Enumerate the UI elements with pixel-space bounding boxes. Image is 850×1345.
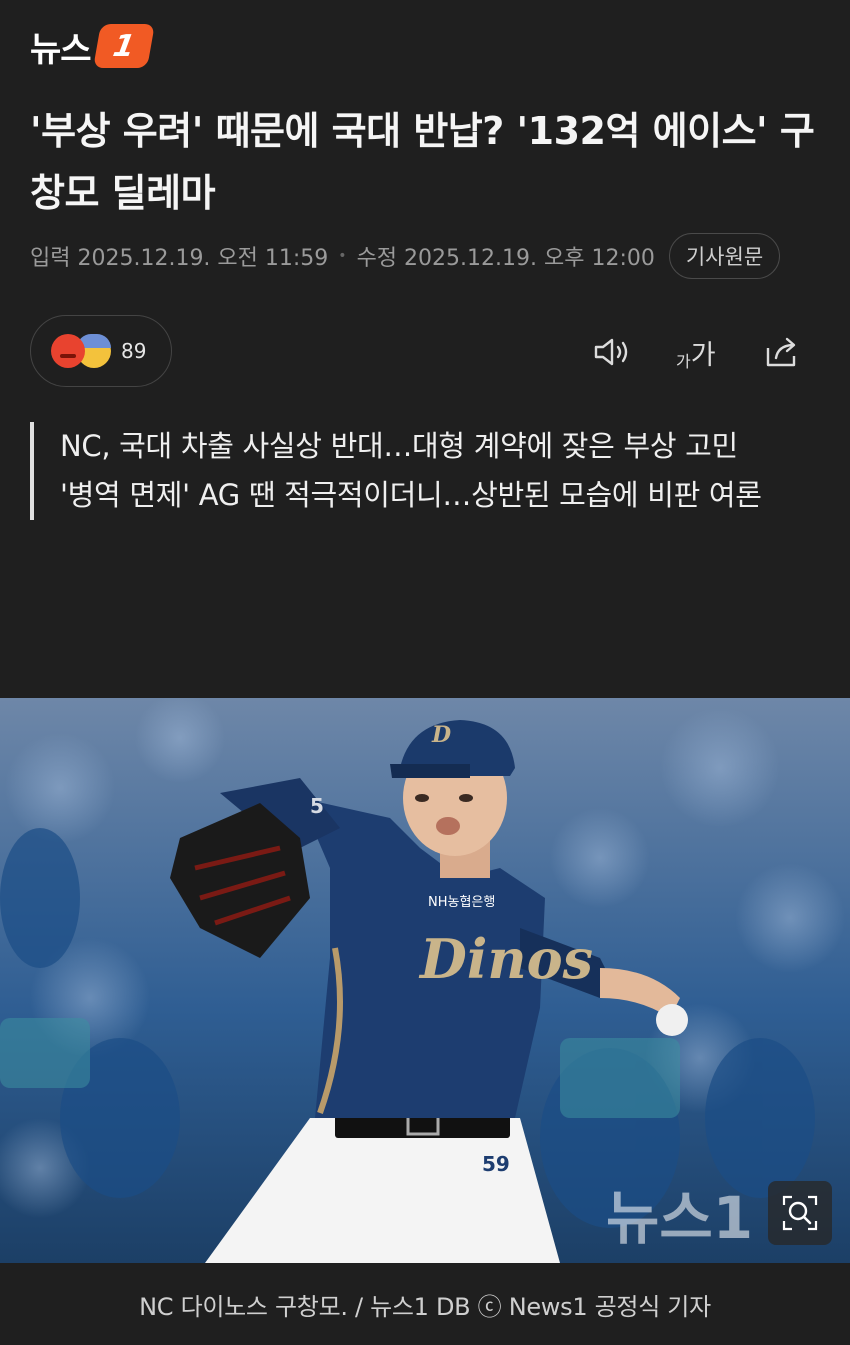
listen-button[interactable] <box>592 325 632 379</box>
svg-text:5: 5 <box>310 794 324 818</box>
summary-line: '병역 면제' AG 땐 적극적이더니…상반된 모습에 비판 여론 <box>60 478 762 512</box>
photo-caption: NC 다이노스 구창모. / 뉴스1 DB ⓒ News1 공정식 기자 <box>139 1292 711 1321</box>
font-size-icon: 가 가 <box>676 333 716 372</box>
modified-date: 수정 2025.12.19. 오후 12:00 <box>356 246 655 271</box>
font-size-button[interactable]: 가 가 <box>676 325 716 379</box>
logo-badge-text: 1 <box>110 28 138 64</box>
magnifier-icon <box>782 1195 818 1231</box>
font-size-large-label: 가 <box>690 339 716 371</box>
jersey-team-text: Dinos <box>418 927 593 991</box>
article-meta: 입력 2025.12.19. 오전 11:59 • 수정 2025.12.19.… <box>30 232 781 280</box>
published-date: 입력 2025.12.19. 오전 11:59 <box>30 246 329 271</box>
logo-badge: 1 <box>92 24 155 68</box>
meta-separator: • <box>338 248 347 264</box>
pitcher-photo-image: 5 NH농협은행 Dinos 59 D 뉴스1 <box>0 698 850 1263</box>
logo-text: 뉴스 <box>30 29 92 70</box>
photo-watermark: 뉴스1 <box>606 1184 753 1252</box>
reaction-count: 89 <box>121 339 147 363</box>
share-button[interactable] <box>762 325 802 379</box>
angry-emoji-icon <box>51 334 85 368</box>
reaction-button[interactable]: 89 <box>30 315 172 387</box>
article-title: '부상 우려' 때문에 국대 반납? '132억 에이스' 구창모 딜레마 <box>30 109 815 215</box>
original-article-button[interactable]: 기사원문 <box>668 233 781 279</box>
jersey-number-text: 59 <box>482 1152 510 1176</box>
jersey-sponsor-text: NH농협은행 <box>428 894 495 910</box>
article-page: 뉴스 1 '부상 우려' 때문에 국대 반납? '132억 에이스' 구창모 딜… <box>0 0 850 1345</box>
brand-logo[interactable]: 뉴스 1 <box>30 22 155 70</box>
share-icon <box>766 337 796 367</box>
font-size-small-label: 가 <box>676 351 691 371</box>
summary-line: NC, 국대 차출 사실상 반대…대형 계약에 잦은 부상 고민 <box>60 429 738 463</box>
photo-zoom-button[interactable] <box>768 1181 832 1245</box>
article-summary: NC, 국대 차출 사실상 반대…대형 계약에 잦은 부상 고민 '병역 면제'… <box>30 422 820 520</box>
article-photo[interactable]: 5 NH농협은행 Dinos 59 D 뉴스1 <box>0 698 850 1263</box>
svg-text:D: D <box>431 722 451 748</box>
speaker-icon <box>594 338 628 366</box>
